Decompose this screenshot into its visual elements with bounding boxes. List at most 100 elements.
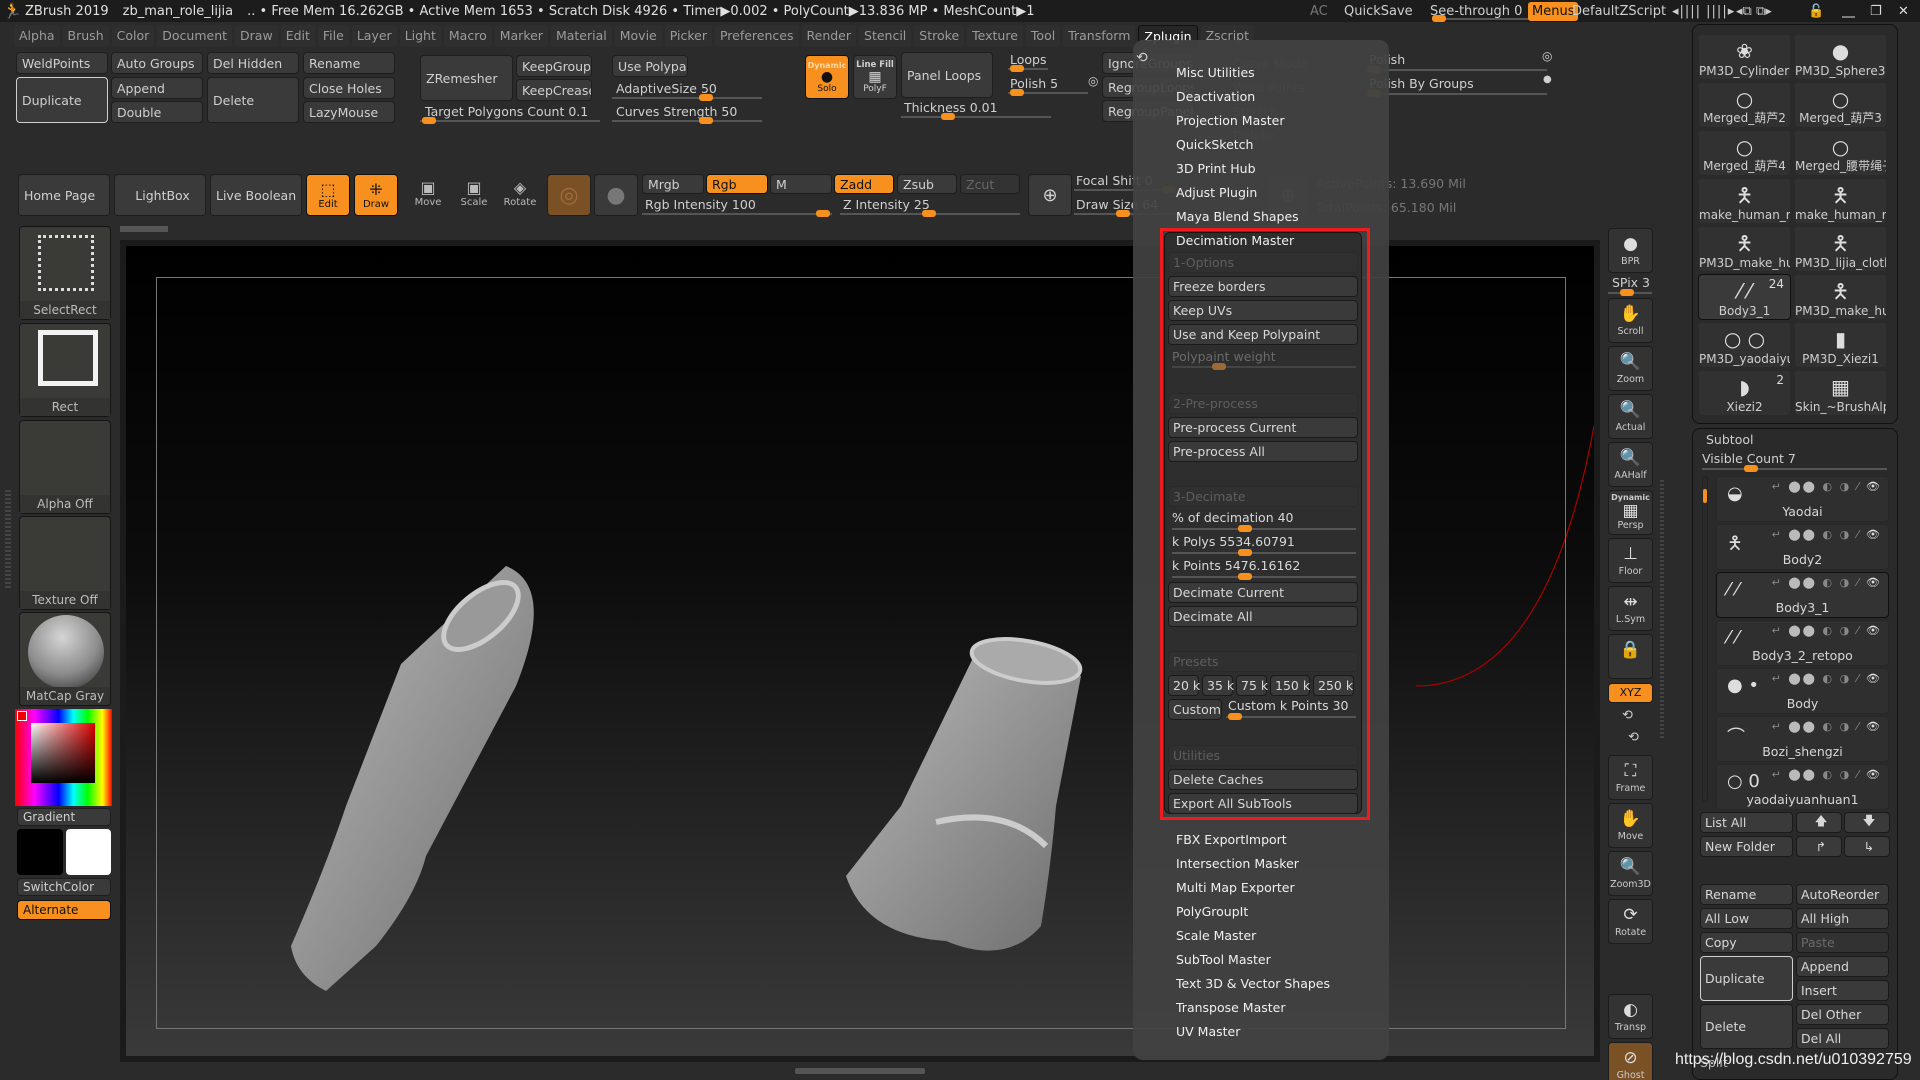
use-polypaint-button[interactable]: Use Polypaint	[612, 55, 688, 77]
zoom3d-button[interactable]: 🔍 Zoom3D	[1608, 851, 1653, 896]
subtool-item[interactable]: ⌒ ↵ ⬤⬤ ◐ ◑ ⁄ 👁 Bozi_shengzi	[1716, 716, 1889, 762]
restore-icon[interactable]: ❐	[1870, 0, 1882, 22]
transp-button[interactable]: ◐ Transp	[1608, 994, 1653, 1039]
dynamesh-toggle-icon[interactable]: ◐	[1822, 768, 1834, 781]
keepgroups-button[interactable]: KeepGroups	[516, 55, 592, 77]
panel-loops-button[interactable]: Panel Loops	[901, 52, 993, 98]
rename-subtool-button[interactable]: Rename	[1700, 884, 1793, 905]
adaptive-size-slider[interactable]	[612, 94, 762, 101]
selectrect-brush[interactable]: SelectRect	[19, 226, 111, 320]
tray-arrows-icon[interactable]: ◂|||| ||||▸	[1672, 0, 1735, 22]
persp-button[interactable]: Dynamic ▦ Persp	[1608, 490, 1653, 535]
quicksave-button[interactable]: QuickSave	[1344, 0, 1413, 22]
menu-stencil[interactable]: Stencil	[859, 25, 912, 47]
alternate-button[interactable]: Alternate	[17, 900, 111, 920]
scroll-button[interactable]: ✋ Scroll	[1608, 298, 1653, 343]
dynamesh-toggle-icon[interactable]: ◐	[1822, 576, 1834, 589]
color-saturation-field[interactable]	[31, 723, 95, 783]
zplugin-polygroupit[interactable]: PolyGroupIt	[1176, 904, 1248, 919]
rgb-button[interactable]: Rgb	[706, 174, 768, 194]
auto-groups-button[interactable]: Auto Groups	[111, 52, 203, 74]
keepcreases-button[interactable]: KeepCreases	[516, 79, 592, 101]
rotate-view-button[interactable]: ⟳ Rotate	[1608, 899, 1653, 944]
tool-thumbnail[interactable]: ❀ PM3D_Cylinder3	[1698, 34, 1791, 80]
lazymouse-button[interactable]: LazyMouse	[303, 101, 395, 123]
copy-subtool-button[interactable]: Copy	[1700, 932, 1793, 953]
zplugin-3d-print-hub[interactable]: 3D Print Hub	[1176, 161, 1256, 176]
append-button[interactable]: Append	[111, 77, 203, 99]
solo-button[interactable]: Dynamic ● Solo	[805, 55, 849, 99]
zoom-button[interactable]: 🔍 Zoom	[1608, 346, 1653, 391]
menu-file[interactable]: File	[317, 25, 349, 47]
subtool-controls[interactable]: ↵ ⬤⬤ ◐ ◑ ⁄ 👁	[1772, 672, 1882, 685]
tool-thumbnail[interactable]: ○ Merged_葫芦2	[1698, 82, 1791, 128]
subtool-controls[interactable]: ↵ ⬤⬤ ◐ ◑ ⁄ 👁	[1772, 480, 1882, 493]
tool-thumbnail[interactable]: ○ Merged_腰带绳子	[1794, 130, 1887, 176]
brush-button[interactable]: ●	[594, 174, 638, 216]
polish-slider[interactable]	[1008, 89, 1088, 96]
zadd-button[interactable]: Zadd	[834, 174, 894, 194]
zplugin-adjust-plugin[interactable]: Adjust Plugin	[1176, 185, 1257, 200]
paste-subtool-button[interactable]: Paste	[1796, 932, 1889, 953]
dynamesh-toggle-icon[interactable]: ◐	[1822, 624, 1834, 637]
subtool-item[interactable]: ◒ ↵ ⬤⬤ ◐ ◑ ⁄ 👁 Yaodai	[1716, 476, 1889, 522]
color-picker[interactable]	[15, 709, 112, 806]
menu-brush[interactable]: Brush	[62, 25, 109, 47]
zsub-button[interactable]: Zsub	[897, 174, 957, 194]
subtool-controls[interactable]: ↵ ⬤⬤ ◐ ◑ ⁄ 👁	[1772, 720, 1882, 733]
menu-macro[interactable]: Macro	[443, 25, 492, 47]
menu-draw[interactable]: Draw	[235, 25, 278, 47]
list-all-button[interactable]: List All	[1700, 812, 1793, 833]
zplugin-intersection-masker[interactable]: Intersection Masker	[1176, 856, 1299, 871]
polyf-button[interactable]: Line Fill ▦ PolyF	[853, 55, 897, 99]
tool-thumbnail[interactable]: ○ Merged_葫芦4	[1698, 130, 1791, 176]
tool-thumbnail[interactable]: ▮ PM3D_Xiezi1	[1794, 322, 1887, 368]
folder-arrow-icon[interactable]: ↵	[1772, 768, 1783, 781]
unlock-icon[interactable]: 🔓	[1808, 0, 1824, 22]
polypaint-toggle-icon[interactable]: ⬤⬤	[1788, 480, 1817, 493]
m-button[interactable]: M	[770, 174, 832, 194]
lsym-button[interactable]: ⇹ L.Sym	[1608, 586, 1653, 631]
zremesher-button[interactable]: ZRemesher	[420, 55, 513, 101]
menu-color[interactable]: Color	[111, 25, 155, 47]
menu-picker[interactable]: Picker	[664, 25, 712, 47]
subtool-scrollbar[interactable]	[1702, 476, 1708, 802]
visibility-eye-icon[interactable]: 👁	[1866, 672, 1882, 685]
menu-marker[interactable]: Marker	[494, 25, 548, 47]
double-button[interactable]: Double	[111, 101, 203, 123]
tool-thumbnail[interactable]: ▦Skin_~BrushAlph	[1794, 370, 1887, 416]
polypaint-toggle-icon[interactable]: ⬤⬤	[1788, 624, 1817, 637]
move-button[interactable]: ▣ Move	[408, 178, 448, 208]
visibility-eye-icon[interactable]: 👁	[1866, 720, 1882, 733]
zplugin-subtool-master[interactable]: SubTool Master	[1176, 952, 1271, 967]
all-low-button[interactable]: All Low	[1700, 908, 1793, 929]
boolean-toggle-icon[interactable]: ◑	[1840, 768, 1852, 781]
tool-thumbnail[interactable]: ⁄ ⁄ 24 Body3_1	[1698, 274, 1791, 320]
polypaint-toggle-icon[interactable]: ⬤⬤	[1788, 528, 1817, 541]
menus-button[interactable]: Menus	[1528, 1, 1579, 21]
rect-stroke[interactable]: Rect	[19, 323, 111, 417]
autoreorder-button[interactable]: AutoReorder	[1796, 884, 1889, 905]
bottom-tray-handle[interactable]	[795, 1068, 925, 1074]
dynamesh-toggle-icon[interactable]: ◐	[1822, 720, 1834, 733]
curves-strength-slider[interactable]	[612, 117, 762, 124]
polypaint-toggle-icon[interactable]: ⬤⬤	[1788, 720, 1817, 733]
layout-swap-icon[interactable]: ◂⧉ ⧉▸	[1736, 0, 1772, 22]
zplugin-scale-master[interactable]: Scale Master	[1176, 928, 1256, 943]
tool-thumbnail[interactable]: 🯅 PM3D_lijia_cloth	[1794, 226, 1887, 272]
folder-arrow-icon[interactable]: ↵	[1772, 480, 1783, 493]
aahalf-button[interactable]: 🔍 AAHalf	[1608, 442, 1653, 487]
zcut-button[interactable]: Zcut	[960, 174, 1020, 194]
folder-arrow-icon[interactable]: ↵	[1772, 528, 1783, 541]
zplugin-transpose-master[interactable]: Transpose Master	[1176, 1000, 1285, 1015]
visibility-eye-icon[interactable]: 👁	[1866, 528, 1882, 541]
zplugin-projection-master[interactable]: Projection Master	[1176, 113, 1284, 128]
spix-slider[interactable]	[1608, 289, 1652, 296]
menu-edit[interactable]: Edit	[280, 25, 315, 47]
tool-thumbnail[interactable]: 🯅 make_human_ro	[1794, 178, 1887, 224]
subtool-item[interactable]: 🯅 ↵ ⬤⬤ ◐ ◑ ⁄ 👁 Body2	[1716, 524, 1889, 570]
switch-color-button[interactable]: SwitchColor	[17, 878, 111, 896]
boolean-toggle-icon[interactable]: ◑	[1840, 528, 1852, 541]
subtool-controls[interactable]: ↵ ⬤⬤ ◐ ◑ ⁄ 👁	[1772, 576, 1882, 589]
polish-circle-icon-2[interactable]: ◎	[1542, 49, 1552, 63]
